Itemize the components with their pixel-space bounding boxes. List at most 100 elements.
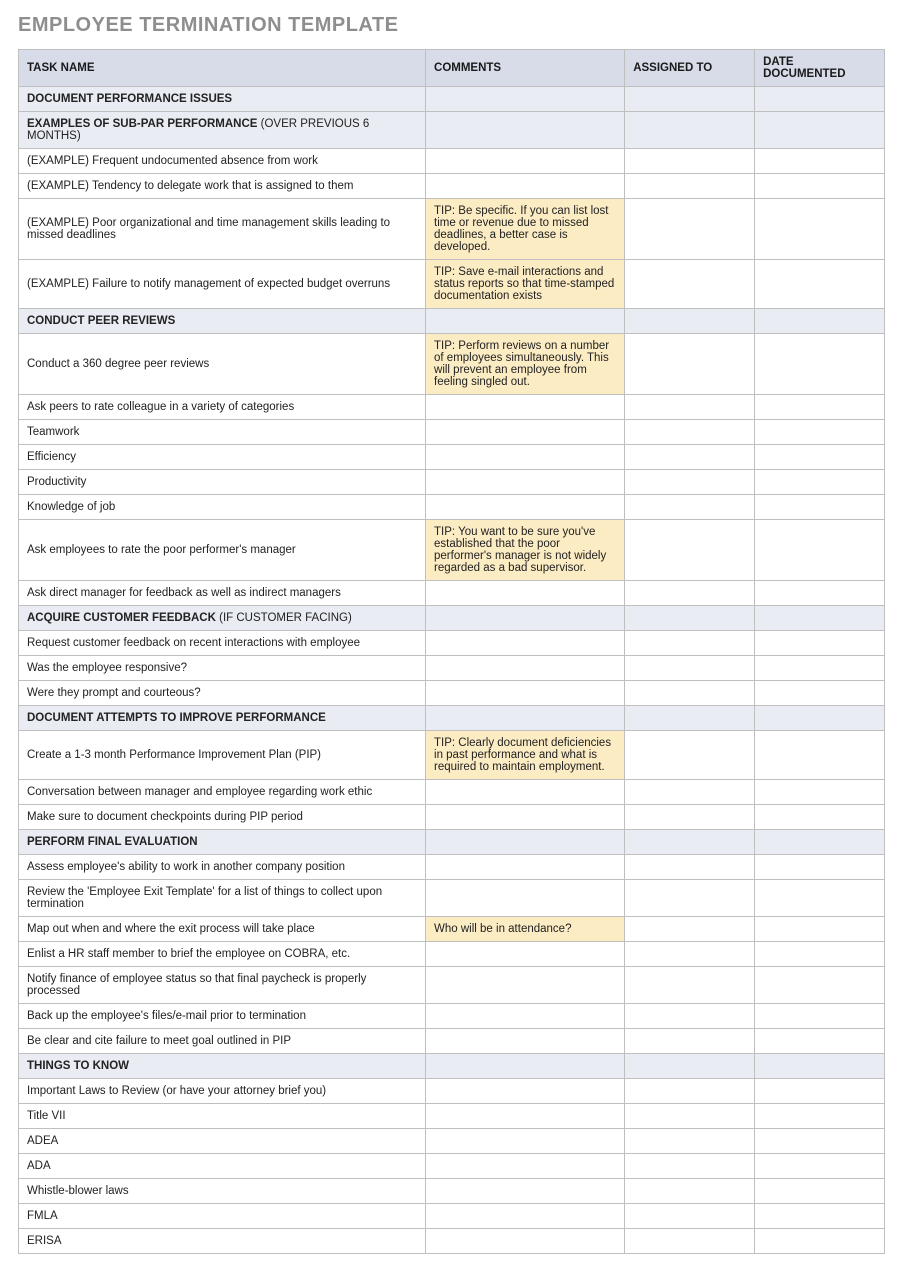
task-text: Title VII	[27, 1110, 66, 1122]
assigned-cell	[625, 395, 755, 420]
date-cell	[755, 1154, 885, 1179]
table-row: (EXAMPLE) Failure to notify management o…	[19, 260, 885, 309]
table-row: Back up the employee's files/e-mail prio…	[19, 1004, 885, 1029]
assigned-cell	[625, 731, 755, 780]
assigned-cell	[625, 855, 755, 880]
task-cell: Request customer feedback on recent inte…	[19, 631, 426, 656]
section-row: DOCUMENT ATTEMPTS TO IMPROVE PERFORMANCE	[19, 706, 885, 731]
comment-cell	[426, 495, 625, 520]
table-row: (EXAMPLE) Poor organizational and time m…	[19, 199, 885, 260]
task-text: Ask peers to rate colleague in a variety…	[27, 401, 294, 413]
comment-cell	[426, 780, 625, 805]
assigned-cell	[625, 942, 755, 967]
task-cell: Create a 1-3 month Performance Improveme…	[19, 731, 426, 780]
task-cell: THINGS TO KNOW	[19, 1054, 426, 1079]
assigned-cell	[625, 1054, 755, 1079]
assigned-cell	[625, 581, 755, 606]
assigned-cell	[625, 1029, 755, 1054]
table-row: Make sure to document checkpoints during…	[19, 805, 885, 830]
assigned-cell	[625, 87, 755, 112]
task-cell: (EXAMPLE) Tendency to delegate work that…	[19, 174, 426, 199]
comment-cell	[426, 1179, 625, 1204]
table-row: Request customer feedback on recent inte…	[19, 631, 885, 656]
task-text: Important Laws to Review (or have your a…	[27, 1085, 326, 1097]
date-cell	[755, 87, 885, 112]
section-row: DOCUMENT PERFORMANCE ISSUES	[19, 87, 885, 112]
task-cell: Make sure to document checkpoints during…	[19, 805, 426, 830]
assigned-cell	[625, 631, 755, 656]
comment-cell	[426, 470, 625, 495]
task-text: Notify finance of employee status so tha…	[27, 973, 366, 997]
date-cell	[755, 1079, 885, 1104]
table-row: Knowledge of job	[19, 495, 885, 520]
table-row: Important Laws to Review (or have your a…	[19, 1079, 885, 1104]
comment-cell	[426, 880, 625, 917]
assigned-cell	[625, 656, 755, 681]
assigned-cell	[625, 309, 755, 334]
task-cell: DOCUMENT PERFORMANCE ISSUES	[19, 87, 426, 112]
assigned-cell	[625, 606, 755, 631]
comment-cell	[426, 706, 625, 731]
task-cell: Ask peers to rate colleague in a variety…	[19, 395, 426, 420]
task-text: Was the employee responsive?	[27, 662, 187, 674]
assigned-cell	[625, 1179, 755, 1204]
task-text: Be clear and cite failure to meet goal o…	[27, 1035, 291, 1047]
assigned-cell	[625, 880, 755, 917]
date-cell	[755, 1029, 885, 1054]
table-row: Teamwork	[19, 420, 885, 445]
date-cell	[755, 606, 885, 631]
date-cell	[755, 1179, 885, 1204]
task-cell: Were they prompt and courteous?	[19, 681, 426, 706]
task-cell: Back up the employee's files/e-mail prio…	[19, 1004, 426, 1029]
task-text: Back up the employee's files/e-mail prio…	[27, 1010, 306, 1022]
table-row: Be clear and cite failure to meet goal o…	[19, 1029, 885, 1054]
task-text: ADA	[27, 1160, 51, 1172]
date-cell	[755, 681, 885, 706]
table-row: ERISA	[19, 1229, 885, 1254]
section-row: THINGS TO KNOW	[19, 1054, 885, 1079]
task-cell: EXAMPLES OF SUB-PAR PERFORMANCE (OVER PR…	[19, 112, 426, 149]
assigned-cell	[625, 917, 755, 942]
task-text: (EXAMPLE) Poor organizational and time m…	[27, 217, 390, 241]
assigned-cell	[625, 967, 755, 1004]
comment-cell	[426, 1104, 625, 1129]
table-row: Assess employee's ability to work in ano…	[19, 855, 885, 880]
comment-cell	[426, 855, 625, 880]
assigned-cell	[625, 334, 755, 395]
task-text: Teamwork	[27, 426, 79, 438]
date-cell	[755, 830, 885, 855]
date-cell	[755, 174, 885, 199]
comment-cell	[426, 445, 625, 470]
task-cell: DOCUMENT ATTEMPTS TO IMPROVE PERFORMANCE	[19, 706, 426, 731]
section-row: PERFORM FINAL EVALUATION	[19, 830, 885, 855]
task-text: ERISA	[27, 1235, 62, 1247]
assigned-cell	[625, 199, 755, 260]
task-cell: Knowledge of job	[19, 495, 426, 520]
task-text: Knowledge of job	[27, 501, 115, 513]
task-cell: (EXAMPLE) Failure to notify management o…	[19, 260, 426, 309]
task-text: Ask employees to rate the poor performer…	[27, 544, 296, 556]
task-text: Conduct a 360 degree peer reviews	[27, 358, 209, 370]
date-cell	[755, 656, 885, 681]
date-cell	[755, 1229, 885, 1254]
table-row: Enlist a HR staff member to brief the em…	[19, 942, 885, 967]
date-cell	[755, 631, 885, 656]
date-cell	[755, 495, 885, 520]
task-cell: Whistle-blower laws	[19, 1179, 426, 1204]
col-header-date: DATE DOCUMENTED	[755, 50, 885, 87]
comment-cell	[426, 581, 625, 606]
date-cell	[755, 967, 885, 1004]
date-cell	[755, 334, 885, 395]
date-cell	[755, 395, 885, 420]
table-row: ADEA	[19, 1129, 885, 1154]
comment-cell	[426, 420, 625, 445]
task-cell: ACQUIRE CUSTOMER FEEDBACK (IF CUSTOMER F…	[19, 606, 426, 631]
task-cell: Title VII	[19, 1104, 426, 1129]
task-text: Efficiency	[27, 451, 76, 463]
comment-cell	[426, 112, 625, 149]
date-cell	[755, 917, 885, 942]
task-cell: Productivity	[19, 470, 426, 495]
task-text: DOCUMENT ATTEMPTS TO IMPROVE PERFORMANCE	[27, 712, 326, 724]
task-text: (EXAMPLE) Frequent undocumented absence …	[27, 155, 318, 167]
comment-cell	[426, 1129, 625, 1154]
